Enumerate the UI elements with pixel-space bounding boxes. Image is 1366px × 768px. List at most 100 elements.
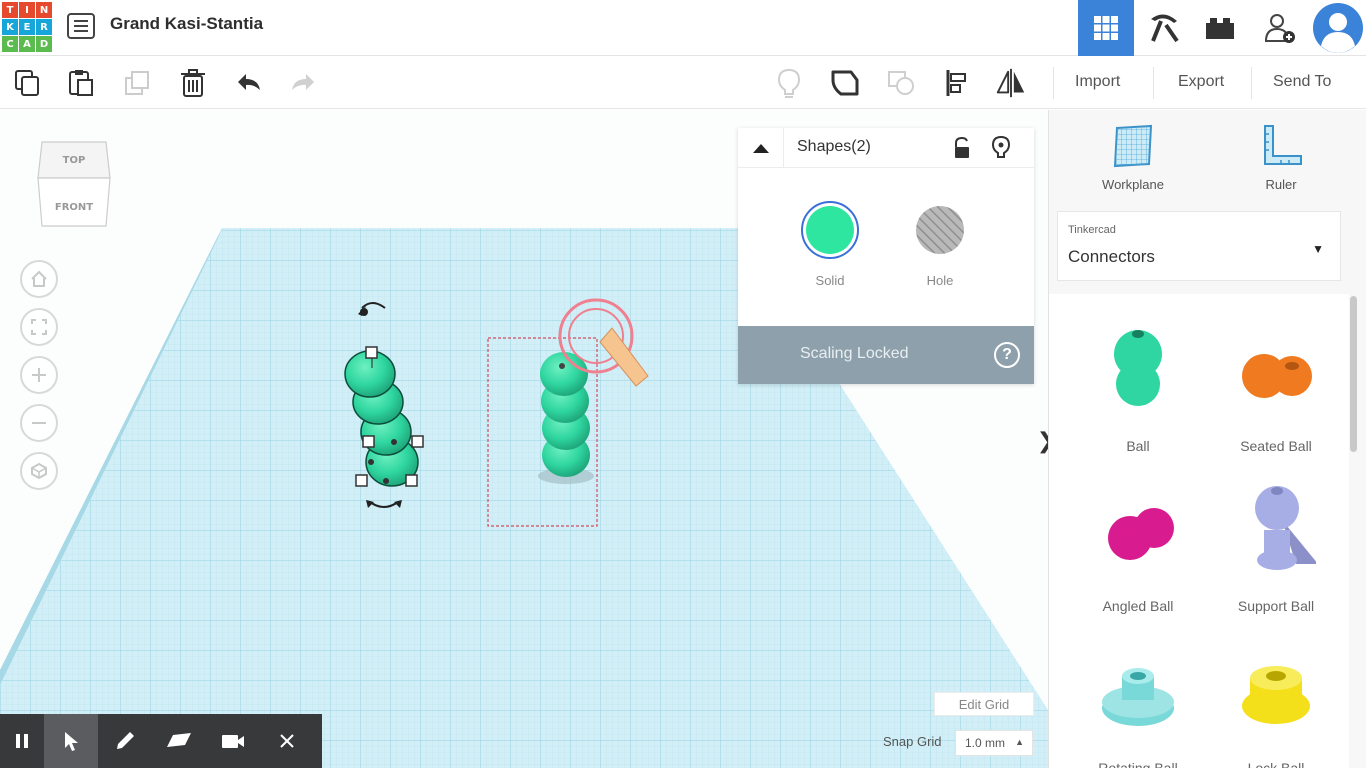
shape-label: Support Ball bbox=[1237, 598, 1315, 614]
shape-support-ball[interactable]: Support Ball bbox=[1207, 472, 1345, 622]
ruler-icon[interactable] bbox=[1259, 124, 1303, 168]
shape-library-dropdown[interactable]: Tinkercad Connectors ▼ bbox=[1057, 211, 1341, 281]
zoom-in-icon[interactable] bbox=[20, 356, 58, 394]
shape-label: Rotating Ball bbox=[1098, 760, 1178, 768]
solid-label: Solid bbox=[815, 273, 845, 288]
paste-icon[interactable] bbox=[64, 66, 98, 100]
ruler-tool[interactable]: Ruler bbox=[1221, 124, 1341, 192]
snap-grid-value: 1.0 mm bbox=[965, 736, 1006, 750]
design-title[interactable]: Grand Kasi-Stantia bbox=[110, 14, 263, 34]
shape-inspector-header: Shapes(2) bbox=[738, 128, 1034, 168]
shape-color bbox=[1257, 550, 1297, 570]
hole-option[interactable]: Hole bbox=[910, 200, 970, 288]
fit-view-icon[interactable] bbox=[20, 308, 58, 346]
home-view-icon[interactable] bbox=[20, 260, 58, 298]
show-all-icon[interactable] bbox=[828, 66, 862, 100]
logo-letter: D bbox=[36, 36, 52, 52]
shape-grid: Ball Seated Ball Angled Ball Support Bal… bbox=[1049, 294, 1349, 768]
shape-label: Ball bbox=[1126, 438, 1150, 454]
zoom-out-icon[interactable] bbox=[20, 404, 58, 442]
logo-letter: K bbox=[2, 19, 18, 35]
dropdown-caret-icon: ▼ bbox=[1312, 242, 1324, 256]
undo-icon[interactable] bbox=[232, 66, 266, 100]
shape-seated-ball[interactable]: Seated Ball bbox=[1207, 312, 1345, 462]
bricks-icon[interactable] bbox=[1192, 0, 1248, 56]
ruler-label: Ruler bbox=[1265, 177, 1297, 192]
codeblocks-pickaxe-icon[interactable] bbox=[1136, 0, 1192, 56]
library-name: Connectors bbox=[1068, 247, 1155, 266]
edit-grid-button[interactable]: Edit Grid bbox=[934, 692, 1034, 716]
solid-color-swatch[interactable] bbox=[800, 200, 860, 260]
shape-rotating-ball[interactable]: Rotating Ball bbox=[1069, 634, 1207, 768]
tinkercad-logo[interactable]: TIN KER CAD bbox=[2, 2, 52, 52]
ball-thumbnail bbox=[1114, 330, 1162, 406]
view-cube[interactable]: TOP FRONT bbox=[34, 138, 114, 230]
angled-ball-thumbnail bbox=[1108, 508, 1174, 560]
snap-grid-label: Snap Grid bbox=[883, 734, 942, 749]
hide-toggle-icon[interactable] bbox=[884, 66, 918, 100]
workplane-label: Workplane bbox=[1102, 177, 1164, 192]
select-cursor-icon[interactable] bbox=[44, 714, 98, 768]
hole-label: Hole bbox=[926, 273, 954, 288]
workplane-icon[interactable] bbox=[1111, 124, 1155, 168]
pencil-icon[interactable] bbox=[98, 714, 152, 768]
user-avatar[interactable] bbox=[1309, 0, 1366, 56]
logo-letter: I bbox=[19, 2, 35, 18]
shape-lock-ball[interactable]: Lock Ball bbox=[1207, 634, 1345, 768]
projection-toggle-icon[interactable] bbox=[20, 452, 58, 490]
redo-icon[interactable] bbox=[286, 66, 320, 100]
shape-list-scrollbar[interactable] bbox=[1350, 296, 1357, 452]
export-button[interactable]: Export bbox=[1178, 73, 1224, 91]
workplane-tool[interactable]: Workplane bbox=[1073, 124, 1193, 192]
logo-letter: R bbox=[36, 19, 52, 35]
design-list-icon[interactable] bbox=[66, 12, 96, 40]
shape-library-panel: Workplane Ruler Tinkercad Connectors ▼ B… bbox=[1048, 110, 1366, 768]
import-button[interactable]: Import bbox=[1075, 73, 1120, 91]
hole-swatch[interactable] bbox=[910, 200, 970, 260]
solid-option[interactable]: Solid bbox=[800, 200, 860, 288]
shape-inspector-panel: Shapes(2) Solid Hole Scaling Locked ? bbox=[738, 128, 1034, 384]
mirror-icon[interactable] bbox=[994, 66, 1028, 100]
logo-letter: C bbox=[2, 36, 18, 52]
divider bbox=[1251, 67, 1252, 99]
shape-angled-ball[interactable]: Angled Ball bbox=[1069, 472, 1207, 622]
scaling-locked-label: Scaling Locked bbox=[800, 345, 909, 362]
seated-ball-thumbnail bbox=[1242, 354, 1312, 398]
send-to-button[interactable]: Send To bbox=[1273, 73, 1331, 91]
divider bbox=[1053, 67, 1054, 99]
lock-icon[interactable] bbox=[952, 136, 972, 160]
scaling-locked-banner: Scaling Locked ? bbox=[738, 326, 1034, 384]
help-icon[interactable]: ? bbox=[994, 342, 1020, 368]
shape-color bbox=[1134, 508, 1174, 548]
top-bar: TIN KER CAD Grand Kasi-Stantia bbox=[0, 0, 1366, 56]
add-user-icon[interactable] bbox=[1252, 0, 1308, 56]
inspector-title: Shapes(2) bbox=[797, 138, 871, 155]
duplicate-icon[interactable] bbox=[120, 66, 154, 100]
divider bbox=[1153, 67, 1154, 99]
collapse-inspector-icon[interactable] bbox=[738, 128, 784, 168]
notes-bulb-icon[interactable] bbox=[772, 66, 806, 100]
snap-grid-select[interactable]: 1.0 mm ▲ bbox=[955, 730, 1033, 756]
library-category: Tinkercad bbox=[1068, 224, 1116, 236]
dropdown-caret-icon: ▲ bbox=[1015, 737, 1024, 747]
rotating-ball-thumbnail bbox=[1102, 668, 1174, 726]
eraser-icon[interactable] bbox=[152, 714, 206, 768]
copy-icon[interactable] bbox=[10, 66, 44, 100]
bottom-drawing-toolbar bbox=[0, 714, 322, 768]
logo-letter: A bbox=[19, 36, 35, 52]
viewcube-top-label[interactable]: TOP bbox=[63, 155, 86, 166]
logo-letter: E bbox=[19, 19, 35, 35]
viewcube-front-label[interactable]: FRONT bbox=[55, 202, 93, 213]
3d-design-view-icon[interactable] bbox=[1078, 0, 1134, 56]
shape-label: Lock Ball bbox=[1247, 760, 1305, 768]
close-icon[interactable] bbox=[260, 714, 314, 768]
shape-ball[interactable]: Ball bbox=[1069, 312, 1207, 462]
edit-toolbar: Import Export Send To bbox=[0, 57, 1366, 109]
pause-icon[interactable] bbox=[0, 714, 44, 768]
shape-label: Seated Ball bbox=[1240, 438, 1312, 454]
delete-icon[interactable] bbox=[176, 66, 210, 100]
notes-bulb-icon[interactable] bbox=[991, 135, 1011, 161]
camera-icon[interactable] bbox=[206, 714, 260, 768]
align-icon[interactable] bbox=[940, 66, 974, 100]
shape-label: Angled Ball bbox=[1102, 598, 1174, 614]
